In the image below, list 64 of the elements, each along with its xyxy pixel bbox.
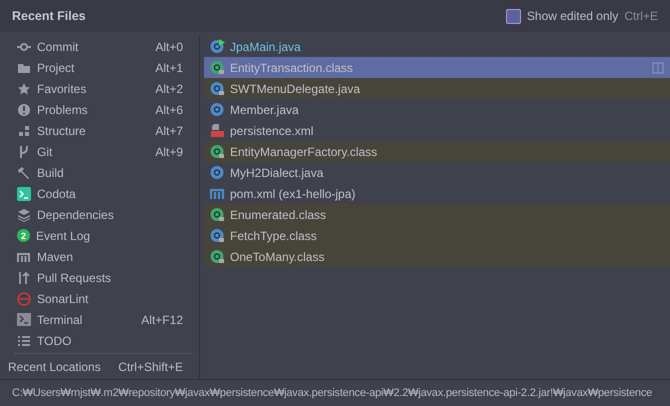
sonarlint-icon bbox=[17, 292, 31, 306]
file-name: Enumerated.class bbox=[230, 208, 328, 222]
file-name: OneToMany.class bbox=[230, 250, 326, 264]
shortcut-label: Alt+F12 bbox=[141, 312, 183, 326]
layers-icon bbox=[17, 208, 31, 222]
tool-window-item[interactable]: Terminal bbox=[37, 312, 136, 326]
shortcut-label: Alt+9 bbox=[155, 144, 183, 158]
file-row[interactable]: pom.xml (ex1-hello-jpa) bbox=[204, 183, 670, 204]
file-name: persistence.xml bbox=[230, 124, 314, 138]
file-name: Member.java bbox=[230, 102, 300, 116]
tool-window-item[interactable]: Maven bbox=[37, 250, 183, 264]
tool-window-item[interactable]: Build bbox=[37, 166, 183, 180]
file-name: MyH2Dialect.java bbox=[230, 166, 324, 180]
codota-icon bbox=[17, 186, 31, 200]
warning-icon bbox=[17, 102, 31, 116]
file-row[interactable]: Enumerated.class bbox=[204, 204, 670, 225]
tool-window-item[interactable]: Commit bbox=[37, 40, 150, 54]
popup-title: Recent Files bbox=[12, 9, 86, 23]
shortcut-label: Alt+2 bbox=[155, 82, 183, 96]
checkbox-label: Show edited only bbox=[526, 9, 618, 23]
file-row[interactable]: EntityManagerFactory.class bbox=[204, 141, 670, 162]
tool-window-item[interactable]: Dependencies bbox=[37, 208, 183, 222]
tool-window-item[interactable]: SonarLint bbox=[37, 292, 183, 306]
shortcut-label: Alt+6 bbox=[155, 102, 183, 116]
tool-window-item[interactable]: Git bbox=[37, 144, 150, 158]
tool-window-item[interactable]: Pull Requests bbox=[37, 270, 183, 284]
star-icon bbox=[17, 82, 31, 96]
tool-window-item[interactable]: Favorites bbox=[37, 82, 150, 96]
pull-request-icon bbox=[17, 270, 31, 284]
file-row[interactable]: Member.java bbox=[204, 99, 670, 120]
file-name: SWTMenuDelegate.java bbox=[230, 82, 362, 96]
file-row[interactable]: EntityTransaction.class bbox=[204, 57, 670, 78]
shortcut-label: Ctrl+Shift+E bbox=[118, 360, 183, 374]
recent-locations-item[interactable]: Recent Locations bbox=[8, 360, 112, 374]
shortcut-label: Ctrl+E bbox=[624, 9, 658, 23]
file-name: EntityManagerFactory.class bbox=[230, 144, 378, 158]
notification-badge: 2 bbox=[17, 229, 30, 242]
branch-icon bbox=[17, 144, 31, 158]
file-path: C:₩Users₩rnjst₩.m2₩repository₩javax₩persistence₩javax.persistence-api₩2.2₩javax.persistence-api-2.2.jar!₩javax₩persistence bbox=[0, 379, 670, 406]
tool-window-item[interactable]: Event Log bbox=[36, 228, 183, 242]
tool-window-item[interactable]: Structure bbox=[37, 124, 150, 138]
tool-window-item[interactable]: Project bbox=[37, 60, 150, 74]
file-row[interactable]: MyH2Dialect.java bbox=[204, 162, 670, 183]
shortcut-label: Alt+7 bbox=[155, 124, 183, 138]
file-row[interactable]: OneToMany.class bbox=[204, 246, 670, 267]
tool-window-item[interactable]: TODO bbox=[37, 334, 183, 348]
shortcut-label: Alt+1 bbox=[155, 60, 183, 74]
file-row[interactable]: SWTMenuDelegate.java bbox=[204, 78, 670, 99]
tool-window-item[interactable]: Codota bbox=[37, 186, 183, 200]
file-row[interactable]: JpaMain.java bbox=[204, 36, 670, 57]
terminal-icon bbox=[17, 312, 31, 326]
structure-icon bbox=[17, 124, 31, 138]
xml-file-icon bbox=[210, 123, 225, 138]
file-row[interactable]: persistence.xml bbox=[204, 120, 670, 141]
file-row[interactable]: FetchType.class bbox=[204, 225, 670, 246]
file-name: JpaMain.java bbox=[230, 40, 302, 54]
file-name: EntityTransaction.class bbox=[230, 60, 354, 74]
hammer-icon bbox=[17, 166, 31, 180]
shortcut-label: Alt+0 bbox=[155, 40, 183, 54]
file-name: pom.xml (ex1-hello-jpa) bbox=[230, 186, 356, 200]
tool-window-item[interactable]: Problems bbox=[37, 102, 150, 116]
list-icon bbox=[17, 334, 31, 348]
checkbox[interactable] bbox=[506, 8, 521, 24]
file-name: FetchType.class bbox=[230, 228, 318, 242]
